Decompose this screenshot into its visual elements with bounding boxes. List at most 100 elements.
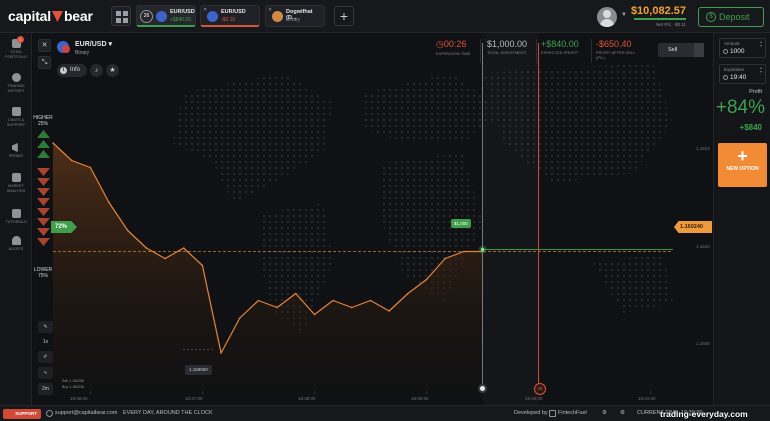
deposit-label: Deposit <box>719 12 750 22</box>
bell-icon[interactable]: ♪ <box>90 64 103 77</box>
sidebar-item-market-analysis[interactable]: MARKET ANALYSIS <box>0 173 32 193</box>
expiration-time-value: ◷00:26 <box>436 39 467 49</box>
clock-icon <box>11 73 21 82</box>
support-button[interactable]: SUPPORT <box>3 409 41 419</box>
down-arrow-icon <box>37 238 50 246</box>
price-point <box>463 250 465 253</box>
expected-profit-value: +$840.00 <box>541 39 579 49</box>
price-point <box>313 313 316 316</box>
asset-name[interactable]: EUR/USD ▾ <box>75 40 112 48</box>
fintechfuel-logo-icon <box>549 410 556 417</box>
x-tick-label: 19:40:00 <box>525 396 543 401</box>
deposit-button[interactable]: $ Deposit <box>698 7 764 27</box>
lower-pct: 75% <box>37 273 48 279</box>
lower-arrows <box>36 168 51 248</box>
current-time-marker[interactable] <box>478 384 487 393</box>
price-point <box>126 229 129 232</box>
down-arrow-icon <box>37 168 50 176</box>
asset-tab-dogwifhat[interactable]: ✕ Dogwifhat (D... Binary <box>265 5 325 27</box>
close-tab-icon[interactable]: ✕ <box>268 7 272 13</box>
gear-icon[interactable]: ⚙ <box>620 410 625 416</box>
indicator-button[interactable]: ∿ <box>38 367 53 379</box>
price-point <box>52 142 54 144</box>
y-tick-label: 1.1604 <box>696 146 710 151</box>
tab-timer-badge: 26 <box>140 10 153 23</box>
sidebar-item-promo[interactable]: PROMO <box>0 143 32 159</box>
bear-logo-icon <box>51 11 63 22</box>
settings-icon[interactable]: ⚙ <box>602 410 607 416</box>
entry-point <box>480 247 485 252</box>
star-icon[interactable]: ★ <box>106 64 119 77</box>
zoom-level[interactable]: 1x <box>38 336 53 348</box>
plus-icon: + <box>339 8 349 24</box>
grid-icon <box>116 11 121 16</box>
stepper-icon[interactable]: ▴ ▾ <box>760 66 762 74</box>
price-point <box>70 159 73 162</box>
trade-amount-bubble[interactable]: $1,000 <box>451 219 471 228</box>
expiration-value[interactable]: 19:40 <box>730 74 746 81</box>
stepper-icon[interactable]: ▴ ▾ <box>760 40 762 48</box>
draw-tool-button[interactable]: ✎ <box>38 321 53 333</box>
asset-tab-eurusd-2[interactable]: ✕ EUR/USD -$0.10 <box>200 5 260 27</box>
sidebar-item-history[interactable]: TRADING HISTORY <box>0 73 32 93</box>
chevron-down-icon[interactable]: ▼ <box>621 12 627 18</box>
price-chart[interactable] <box>33 33 713 405</box>
amount-field[interactable]: Amount 1000 ▴ ▾ <box>719 38 766 58</box>
close-chart-button[interactable]: ✕ <box>38 39 51 52</box>
up-arrow-icon <box>37 140 50 148</box>
avatar[interactable] <box>597 7 617 27</box>
support-email-link[interactable]: support@capitalbear.com <box>55 410 117 416</box>
footer: SUPPORT support@capitalbear.com EVERY DA… <box>0 405 770 421</box>
sidebar-item-alerts[interactable]: ALERTS <box>0 236 32 252</box>
account-balance[interactable]: $10,082.57 <box>630 5 686 17</box>
email-icon <box>46 410 53 417</box>
price-point <box>108 201 110 204</box>
lower-sentiment: LOWER 75% <box>33 267 53 279</box>
bell-icon <box>11 236 21 245</box>
period-select[interactable]: 2m <box>38 383 53 395</box>
info-button[interactable]: Info <box>57 64 87 77</box>
sidebar-item-support[interactable]: CHATS & SUPPORT <box>0 107 32 127</box>
support-label: SUPPORT <box>15 411 37 416</box>
sidebar-item-label: PROMO <box>8 154 24 158</box>
collapse-icon: ⤡ <box>41 59 48 66</box>
pl-value: -$650.40 <box>596 39 632 49</box>
sell-label: Sell <box>668 47 678 53</box>
expiration-time-label: EXPIRATION TIME <box>436 51 471 56</box>
sidebar-item-portfolio[interactable]: 1 TOTAL PORTFOLIO <box>0 36 32 59</box>
divider <box>591 39 592 63</box>
dogwifhat-coin-icon <box>272 11 283 22</box>
sidebar-item-tutorials[interactable]: TUTORIALS <box>0 209 32 225</box>
close-tab-icon[interactable]: ✕ <box>203 7 207 13</box>
brand-logo[interactable]: capital bear <box>8 8 93 24</box>
investment-value: $1,000.00 <box>487 39 528 49</box>
expiry-timer-marker[interactable]: 26 <box>534 383 546 395</box>
collapse-button[interactable]: ⤡ <box>38 56 51 69</box>
tab-asset-profit: +$840.00 <box>170 17 191 23</box>
tab-asset-profit: -$0.10 <box>221 17 236 23</box>
eurusd-flag-icon <box>207 11 218 22</box>
min-price-label: 1.159960 <box>185 365 212 375</box>
pencil-icon: ✎ <box>43 324 48 330</box>
plus-icon: + <box>737 146 748 166</box>
asset-grid-button[interactable] <box>111 6 131 26</box>
current-price-tag: 1.160240 <box>674 221 712 233</box>
expiration-field[interactable]: Expiration 19:40 ▴ ▾ <box>719 64 766 84</box>
profit-amount: +$840 <box>739 123 762 132</box>
trading-chart-area[interactable]: ✕ ⤡ EUR/USD ▾ Binary Info ♪ ★ ◷00:26 EXP… <box>33 33 713 405</box>
pen-tool-button[interactable]: ✐ <box>38 351 53 363</box>
clock-icon <box>723 75 728 80</box>
price-point <box>182 247 185 249</box>
add-tab-button[interactable]: + <box>334 6 354 26</box>
sidebar-item-label: TRADING HISTORY <box>7 84 25 93</box>
asset-tab-eurusd-1[interactable]: 26 EUR/USD +$840.00 <box>136 5 196 27</box>
support-tagline: EVERY DAY, AROUND THE CLOCK <box>123 410 213 416</box>
down-arrow-icon <box>37 208 50 216</box>
new-option-button[interactable]: + NEW OPTION <box>718 143 767 187</box>
tab-asset-type: Binary <box>286 17 301 23</box>
developer-name[interactable]: FintechFuel <box>558 410 587 416</box>
amount-value[interactable]: 1000 <box>730 48 744 55</box>
price-point <box>369 299 372 302</box>
sell-button[interactable]: Sell <box>658 43 704 57</box>
pl-label: PROFIT AFTER SELL (P/L) <box>596 50 636 60</box>
